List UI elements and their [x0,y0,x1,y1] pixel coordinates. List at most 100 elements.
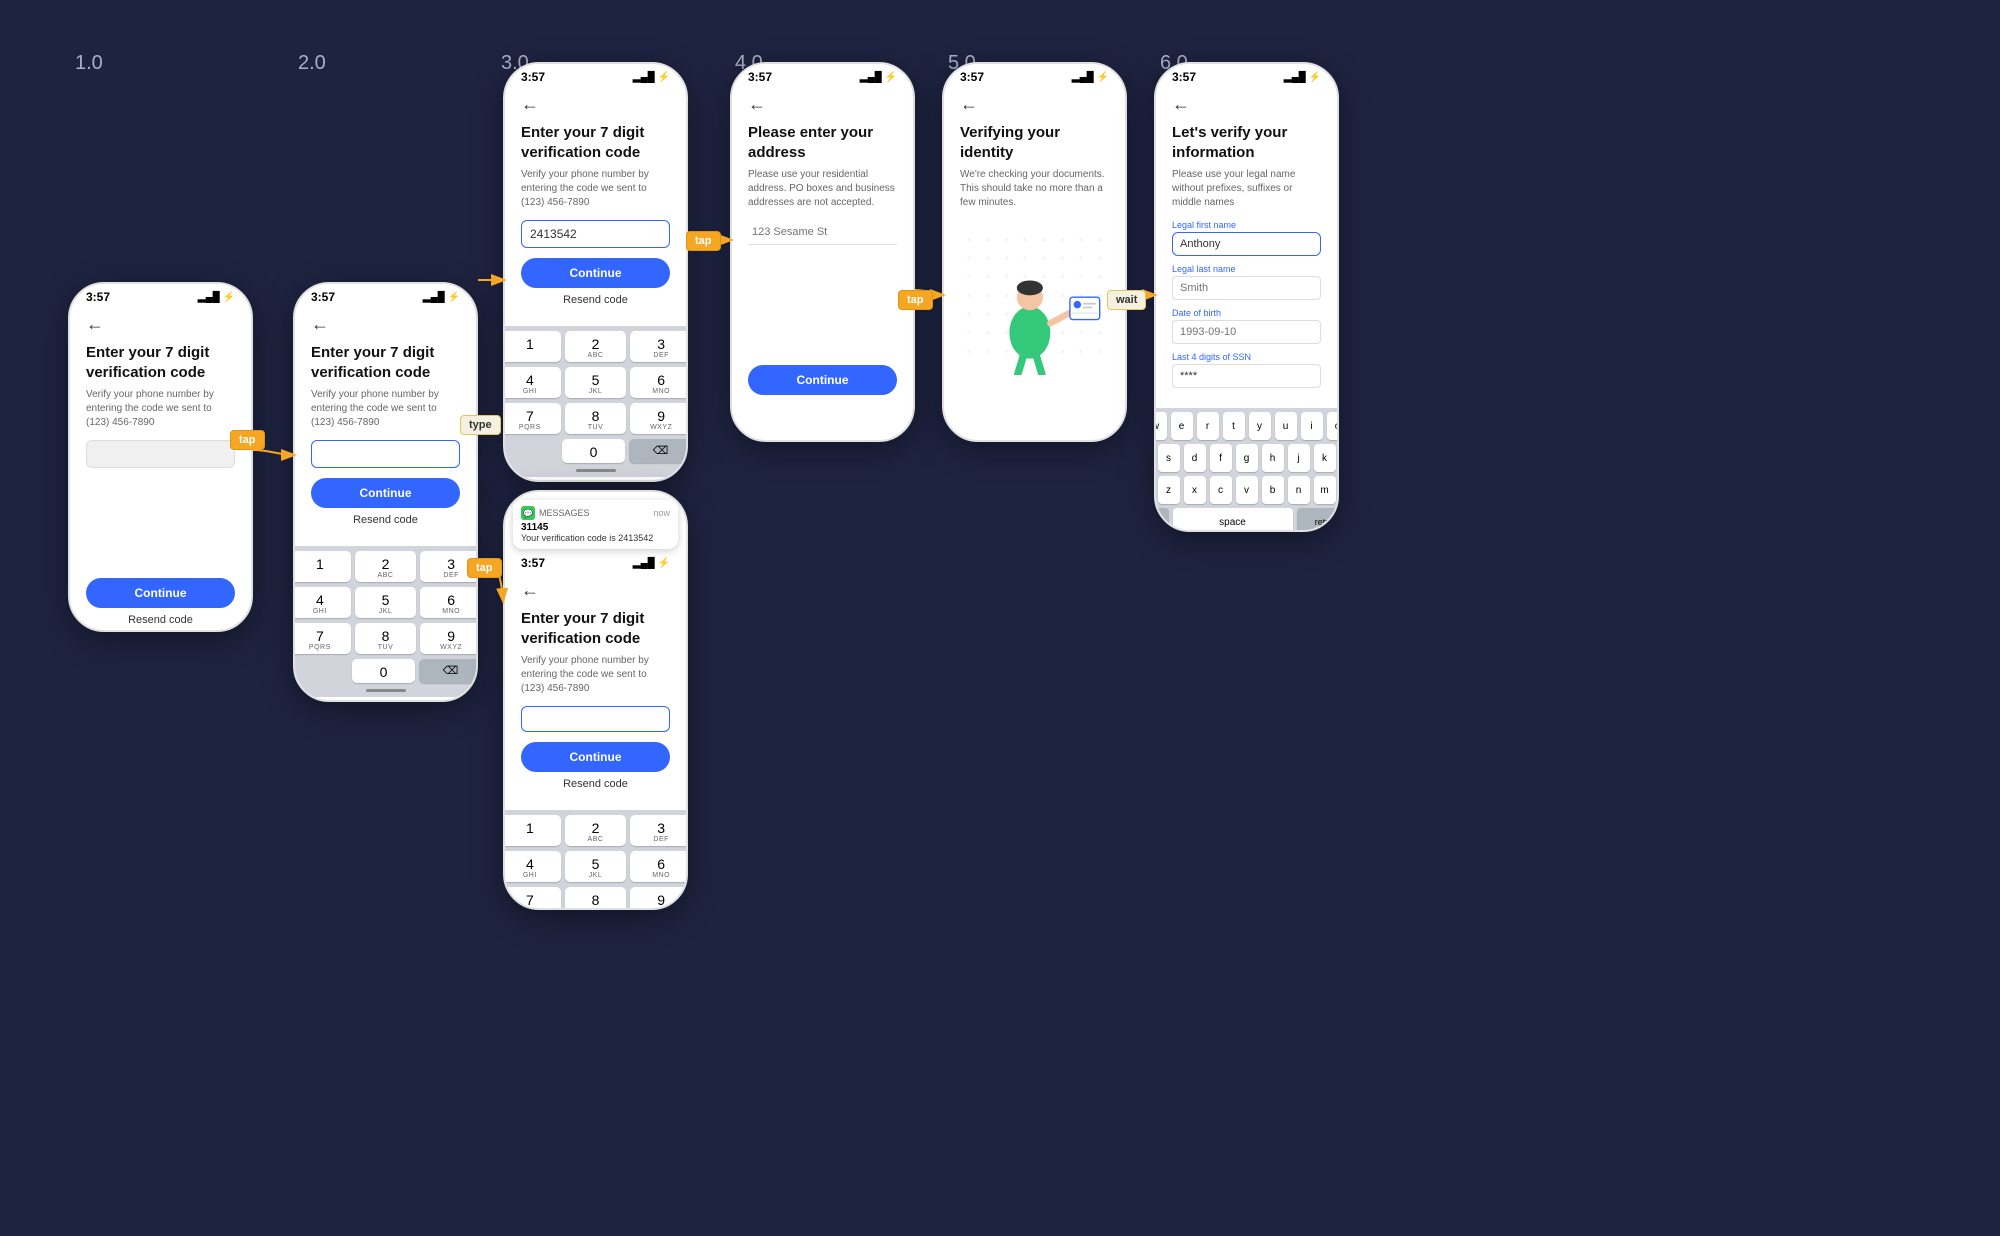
back-button-3a[interactable]: ← [521,94,670,115]
continue-button-3b[interactable]: Continue [521,742,670,772]
continue-button-2[interactable]: Continue [311,478,460,508]
back-button-4[interactable]: ← [748,94,897,115]
phone-screen-5: 3:57 ▂▄█ ⚡ ← Verifying your identity We'… [942,62,1127,442]
key-4[interactable]: 4GHI [293,587,351,618]
key-m[interactable]: m [1314,476,1336,504]
continue-button-3a[interactable]: Continue [521,258,670,288]
last-name-input[interactable] [1172,276,1321,300]
key-5-3b[interactable]: 5JKL [565,851,627,882]
identity-illustration [960,220,1109,380]
continue-button-1[interactable]: Continue [86,578,235,608]
back-button-1[interactable]: ← [86,314,235,335]
key-c[interactable]: c [1210,476,1232,504]
phone-screen-3b: 💬 MESSAGES now 31145 Your verification c… [503,490,688,910]
key-backspace-3a[interactable]: ⌫ [629,439,688,463]
key-4-3a[interactable]: 4GHI [503,367,561,398]
key-emoji[interactable]: ☺ [1154,508,1169,532]
key-1[interactable]: 1 [293,551,351,582]
key-7[interactable]: 7PQRS [293,623,351,654]
key-7-3b[interactable]: 7PQRS [503,887,561,910]
signal-icons-1: ▂▄█ ⚡ [198,292,235,303]
key-8[interactable]: 8TUV [355,623,417,654]
key-6-3b[interactable]: 6MNO [630,851,688,882]
status-bar-3b: 3:57 ▂▄█ ⚡ [505,550,686,572]
key-s[interactable]: s [1158,444,1180,472]
kb-row-4: 123 ☺ space return 🎤 [1154,508,1339,532]
key-return[interactable]: return [1297,508,1340,532]
key-2-3b[interactable]: 2ABC [565,815,627,846]
code-input-2[interactable] [311,440,460,468]
screen5-content: ← Verifying your identity We're checking… [944,86,1125,402]
kb-row-3: ⇧ z x c v b n m ⌫ [1154,476,1339,504]
time-3a: 3:57 [521,70,545,84]
key-h[interactable]: h [1262,444,1284,472]
key-u[interactable]: u [1275,412,1297,440]
first-name-input[interactable] [1172,232,1321,256]
key-v[interactable]: v [1236,476,1258,504]
last-name-label: Legal last name [1172,264,1321,274]
back-button-2[interactable]: ← [311,314,460,335]
key-7-3a[interactable]: 7PQRS [503,403,561,434]
key-z[interactable]: z [1158,476,1180,504]
key-b[interactable]: b [1262,476,1284,504]
key-6-3a[interactable]: 6MNO [630,367,688,398]
key-e[interactable]: e [1171,412,1193,440]
key-9-3b[interactable]: 9WXYZ [630,887,688,910]
messages-icon: 💬 [521,506,535,520]
screen2-subtitle: Verify your phone number by entering the… [311,388,460,430]
screen3b-subtitle: Verify your phone number by entering the… [521,654,670,696]
key-n[interactable]: n [1288,476,1310,504]
resend-link-2[interactable]: Resend code [311,514,460,526]
code-input-3a[interactable] [521,220,670,248]
address-input[interactable] [748,220,897,245]
back-button-5[interactable]: ← [960,94,1109,115]
key-6[interactable]: 6MNO [420,587,478,618]
key-r[interactable]: r [1197,412,1219,440]
type-label: type [460,415,501,435]
key-2[interactable]: 2ABC [355,551,417,582]
back-button-6[interactable]: ← [1172,94,1321,115]
key-g[interactable]: g [1236,444,1258,472]
continue-button-4[interactable]: Continue [748,365,897,395]
code-input-3b[interactable] [521,706,670,732]
key-space[interactable]: space [1173,508,1293,532]
resend-link-1[interactable]: Resend code [86,614,235,626]
key-o[interactable]: o [1327,412,1340,440]
key-k[interactable]: k [1314,444,1336,472]
key-4-3b[interactable]: 4GHI [503,851,561,882]
key-d[interactable]: d [1184,444,1206,472]
key-t[interactable]: t [1223,412,1245,440]
key-i[interactable]: i [1301,412,1323,440]
back-button-3b[interactable]: ← [521,580,670,601]
ssn-input[interactable] [1172,364,1321,388]
key-8-3a[interactable]: 8TUV [565,403,627,434]
key-5-3a[interactable]: 5JKL [565,367,627,398]
key-0-3a[interactable]: 0 [562,439,625,463]
key-0[interactable]: 0 [352,659,415,683]
key-j[interactable]: j [1288,444,1310,472]
key-9[interactable]: 9WXYZ [420,623,478,654]
screen6-title: Let's verify your information [1172,123,1321,162]
key-1-3b[interactable]: 1 [503,815,561,846]
phone-screen-6: 3:57 ▂▄█ ⚡ ← Let's verify your informati… [1154,62,1339,532]
key-1-3a[interactable]: 1 [503,331,561,362]
resend-link-3a[interactable]: Resend code [521,294,670,306]
dob-input[interactable] [1172,320,1321,344]
screen3b-title: Enter your 7 digit verification code [521,609,670,648]
key-8-3b[interactable]: 8TUV [565,887,627,910]
key-backspace[interactable]: ⌫ [419,659,478,683]
key-3-3a[interactable]: 3DEF [630,331,688,362]
key-f[interactable]: f [1210,444,1232,472]
screen1-title: Enter your 7 digit verification code [86,343,235,382]
key-5[interactable]: 5JKL [355,587,417,618]
time-6: 3:57 [1172,70,1196,84]
key-2-3a[interactable]: 2ABC [565,331,627,362]
key-9-3a[interactable]: 9WXYZ [630,403,688,434]
key-3-3b[interactable]: 3DEF [630,815,688,846]
screen6-subtitle: Please use your legal name without prefi… [1172,168,1321,210]
key-x[interactable]: x [1184,476,1206,504]
key-w[interactable]: w [1154,412,1167,440]
key-y[interactable]: y [1249,412,1271,440]
resend-link-3b[interactable]: Resend code [521,778,670,790]
code-input-1[interactable] [86,440,235,468]
